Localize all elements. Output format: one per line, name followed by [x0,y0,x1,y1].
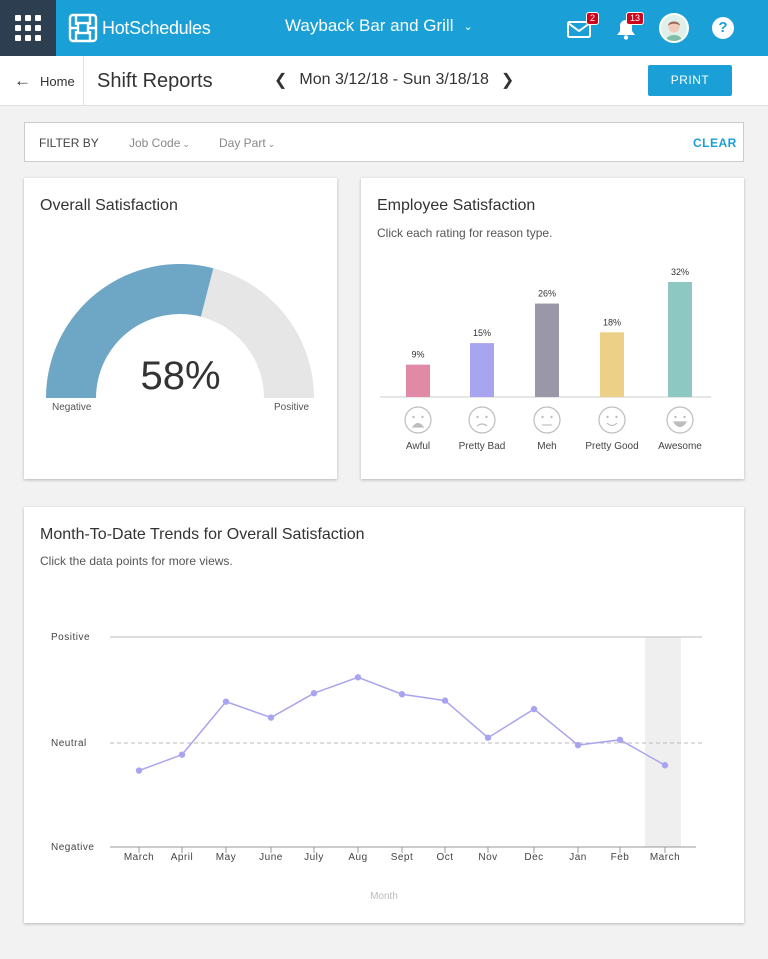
next-week-chevron-icon[interactable]: ❯ [495,70,520,90]
bar-category-label[interactable]: Pretty Good [585,441,638,452]
x-axis-label: Month [370,891,398,902]
awful-face-icon[interactable] [404,406,432,434]
bar-category-label[interactable]: Pretty Bad [459,441,506,452]
bar-category-label[interactable]: Awful [406,441,430,452]
trend-data-point[interactable] [135,767,143,774]
bar-awesome[interactable] [668,282,692,397]
print-button[interactable]: PRINT [648,65,732,96]
top-navigation-bar: HotSchedules Wayback Bar and Grill ⌄ 2 1… [0,0,768,56]
avatar-illustration-icon [661,15,687,41]
filter-bar: FILTER BY Job Code ⌄ Day Part ⌄ CLEAR [24,122,744,162]
hotschedules-logo-icon [68,13,98,43]
meh-face-icon[interactable] [533,406,561,434]
pretty-good-face-icon[interactable] [598,406,626,434]
x-tick-label: March [650,852,680,863]
app-switcher-grid-icon[interactable] [0,0,56,56]
y-tick-label: Negative [51,842,94,853]
page-title: Shift Reports [97,70,213,92]
bar-pretty-bad[interactable] [470,343,494,397]
date-range-label: Mon 3/12/18 - Sun 3/18/18 [299,71,489,88]
location-selector[interactable]: Wayback Bar and Grill ⌄ [285,16,473,36]
location-name: Wayback Bar and Grill [285,16,454,35]
y-tick-label: Neutral [51,738,87,749]
chevron-down-icon: ⌄ [267,139,276,149]
gauge-negative-label: Negative [52,402,92,413]
trend-data-point[interactable] [441,697,449,704]
date-range-navigator: ❮ Mon 3/12/18 - Sun 3/18/18 ❯ [268,70,520,90]
bar-meh[interactable] [535,303,559,397]
x-tick-label: Aug [348,852,367,863]
overall-satisfaction-gauge[interactable] [24,178,337,479]
highlighted-period-band [645,637,681,847]
chevron-down-icon: ⌄ [182,139,190,149]
x-tick-label: April [171,852,194,863]
bar-category-label[interactable]: Awesome [658,441,702,452]
help-button[interactable]: ? [712,17,734,39]
trend-data-point[interactable] [310,689,318,697]
pretty-bad-face-icon[interactable] [468,406,496,434]
bar-data-label: 15% [473,328,491,338]
messages-button[interactable]: 2 [566,12,600,42]
trend-data-point[interactable] [616,736,624,744]
user-avatar[interactable] [659,13,689,43]
clear-filters-button[interactable]: CLEAR [693,136,737,150]
bar-data-label: 18% [603,317,621,327]
x-tick-label: July [304,852,324,863]
trend-data-point[interactable] [661,762,669,769]
x-tick-label: Sept [391,852,414,863]
overall-satisfaction-card: Overall Satisfaction 58% Negative Positi… [24,178,337,479]
employee-satisfaction-bar-chart: 9% Awful 15% Pretty Bad 26% Meh 18% Pretty Good… [380,267,711,452]
brand-name: HotSchedules [102,17,211,38]
home-back-button[interactable]: ← Home [0,56,84,106]
bar-data-label: 32% [671,267,689,277]
bar-data-label: 26% [538,289,556,299]
filter-by-label: FILTER BY [39,136,99,150]
trend-data-point[interactable] [267,714,275,721]
x-tick-label: Nov [478,852,497,863]
y-tick-label: Positive [51,632,90,643]
notifications-badge: 13 [626,12,645,25]
x-tick-label: May [216,852,236,863]
trend-data-point[interactable] [222,698,230,705]
notifications-button[interactable]: 13 [612,12,645,42]
x-tick-label: March [124,852,154,863]
trend-data-point[interactable] [354,674,362,681]
chevron-down-icon: ⌄ [463,20,473,33]
trends-card: Month-To-Date Trends for Overall Satisfa… [24,507,744,923]
messages-badge: 2 [586,12,600,25]
job-code-label: Job Code [129,136,181,150]
awesome-face-icon[interactable] [666,406,694,434]
home-label: Home [40,73,75,89]
x-tick-label: June [259,852,283,863]
day-part-filter[interactable]: Day Part ⌄ [219,136,275,150]
bar-category-label[interactable]: Meh [537,441,556,452]
trend-data-point[interactable] [530,705,538,713]
employee-satisfaction-card: Employee Satisfaction Click each rating … [361,178,744,479]
gauge-positive-label: Positive [274,402,310,413]
day-part-label: Day Part [219,136,266,150]
x-tick-label: Jan [569,852,587,863]
trend-data-point[interactable] [484,734,492,741]
arrow-left-icon: ← [14,71,31,90]
trend-data-point[interactable] [574,741,582,749]
trends-line-chart: Positive Neutral Negative March April May June… [51,632,702,902]
bar-data-label: 9% [411,350,424,360]
trend-data-point[interactable] [398,691,406,698]
bar-pretty-good[interactable] [600,332,624,397]
brand[interactable]: HotSchedules [68,13,211,43]
overall-satisfaction-value: 58% [140,354,221,398]
sub-header: ← Home Shift Reports ❮ Mon 3/12/18 - Sun… [0,56,768,106]
bar-awful[interactable] [406,364,430,397]
x-tick-label: Oct [436,852,453,863]
x-tick-label: Feb [611,852,630,863]
job-code-filter[interactable]: Job Code ⌄ [129,136,190,150]
trend-data-point[interactable] [178,751,186,758]
previous-week-chevron-icon[interactable]: ❮ [268,70,293,90]
x-tick-label: Dec [524,852,543,863]
